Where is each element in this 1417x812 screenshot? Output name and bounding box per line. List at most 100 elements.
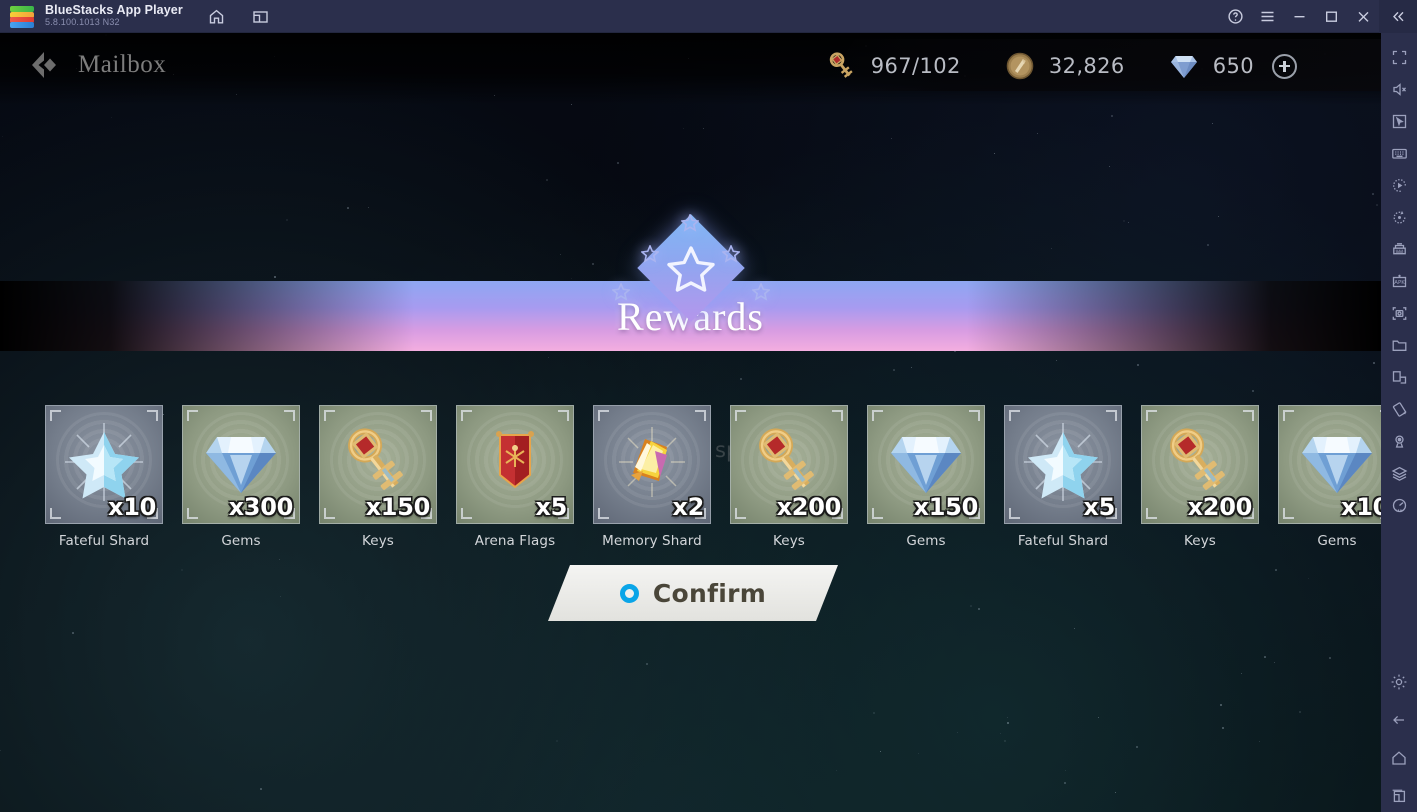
reward-item[interactable]: x150 Gems — [867, 405, 985, 549]
corner-ornament — [1243, 410, 1254, 421]
reward-name: Gems — [906, 533, 946, 549]
minimize-icon[interactable] — [1283, 0, 1315, 33]
android-back-icon[interactable] — [1381, 704, 1417, 736]
screenshot-icon[interactable] — [1381, 297, 1417, 329]
page-title: Mailbox — [78, 51, 167, 78]
reward-item-card[interactable]: x10 — [1278, 405, 1381, 524]
menu-icon[interactable] — [1251, 0, 1283, 33]
corner-ornament — [1106, 410, 1117, 421]
reward-item-card[interactable]: x10 — [45, 405, 163, 524]
coin-icon — [1003, 49, 1037, 83]
sparkle-star-icon — [641, 245, 659, 263]
install-apk-icon[interactable]: APK — [1381, 265, 1417, 297]
corner-ornament — [461, 508, 472, 519]
reward-item[interactable]: x5 Arena Flags — [456, 405, 574, 549]
reward-item-card[interactable]: x200 — [730, 405, 848, 524]
bluestacks-sidebar: APK — [1381, 33, 1417, 812]
cursor-icon[interactable] — [1381, 105, 1417, 137]
keyboard-icon[interactable] — [1381, 137, 1417, 169]
reward-item[interactable]: x200 Keys — [1141, 405, 1259, 549]
corner-ornament — [558, 410, 569, 421]
corner-ornament — [187, 410, 198, 421]
game-viewport: Mailbox 967/102 32,826 650 sp x10 Fatefu… — [0, 33, 1381, 812]
window-controls — [1219, 0, 1417, 33]
sparkle-star-icon — [612, 283, 630, 301]
reward-item[interactable]: x10 Gems — [1278, 405, 1381, 549]
gem-icon — [200, 421, 282, 503]
home-icon[interactable] — [207, 6, 227, 26]
corner-ornament — [872, 410, 883, 421]
reward-quantity: x300 — [228, 493, 294, 521]
reward-quantity: x10 — [1341, 493, 1381, 521]
corner-ornament — [872, 508, 883, 519]
coins-value: 32,826 — [1048, 54, 1125, 78]
reward-item-card[interactable]: x200 — [1141, 405, 1259, 524]
macro-record-icon[interactable] — [1381, 169, 1417, 201]
corner-ornament — [1283, 410, 1294, 421]
mute-icon[interactable] — [1381, 73, 1417, 105]
reward-name: Gems — [1317, 533, 1357, 549]
memory-shard-icon — [611, 421, 693, 503]
corner-ornament — [1009, 410, 1020, 421]
reward-quantity: x5 — [1083, 493, 1115, 521]
rotate-icon[interactable] — [1381, 201, 1417, 233]
reward-item-card[interactable]: x5 — [456, 405, 574, 524]
add-gems-button[interactable] — [1272, 53, 1297, 79]
gem-icon — [1296, 421, 1378, 503]
fullscreen-icon[interactable] — [1381, 41, 1417, 73]
close-icon[interactable] — [1347, 0, 1379, 33]
reward-item-card[interactable]: x150 — [319, 405, 437, 524]
reward-name: Gems — [221, 533, 261, 549]
key-icon — [748, 421, 830, 503]
reward-item[interactable]: x5 Fateful Shard — [1004, 405, 1122, 549]
app-identity: BlueStacks App Player 5.8.100.1013 N32 — [45, 4, 183, 28]
reward-item-card[interactable]: x150 — [867, 405, 985, 524]
corner-ornament — [147, 410, 158, 421]
maximize-icon[interactable] — [1315, 0, 1347, 33]
reward-item[interactable]: x200 Keys — [730, 405, 848, 549]
gems-currency[interactable]: 650 — [1167, 49, 1297, 83]
reward-item-card[interactable]: x5 — [1004, 405, 1122, 524]
android-recents-icon[interactable] — [1381, 780, 1417, 812]
corner-ornament — [1009, 508, 1020, 519]
keys-value: 967/102 — [870, 54, 961, 78]
emblem-star-icon — [667, 246, 715, 292]
rewards-list: x10 Fateful Shard x300 Gems x150 Keys x5… — [45, 405, 1381, 549]
game-header: Mailbox 967/102 32,826 650 — [0, 33, 1381, 105]
location-icon[interactable] — [1381, 425, 1417, 457]
corner-ornament — [735, 508, 746, 519]
confirm-button[interactable]: Confirm — [548, 565, 838, 621]
speedometer-icon[interactable] — [1381, 489, 1417, 521]
reward-name: Keys — [1184, 533, 1216, 549]
android-home-icon[interactable] — [1381, 742, 1417, 774]
corner-ornament — [695, 410, 706, 421]
settings-gear-icon[interactable] — [1381, 666, 1417, 698]
layers-icon[interactable] — [1381, 457, 1417, 489]
collapse-sidebar-icon[interactable] — [1379, 0, 1417, 33]
corner-ornament — [1146, 508, 1157, 519]
currency-bar: 967/102 32,826 650 — [825, 49, 1297, 83]
reward-item[interactable]: x300 Gems — [182, 405, 300, 549]
key-icon — [337, 421, 419, 503]
multi-instance-icon[interactable] — [1381, 233, 1417, 265]
reward-quantity: x150 — [913, 493, 979, 521]
app-title: BlueStacks App Player — [45, 3, 183, 18]
reward-item[interactable]: x150 Keys — [319, 405, 437, 549]
tilt-icon[interactable] — [1381, 393, 1417, 425]
fateful-shard-icon — [1022, 421, 1104, 503]
keys-currency[interactable]: 967/102 — [825, 49, 961, 83]
reward-item[interactable]: x10 Fateful Shard — [45, 405, 163, 549]
media-folder-icon[interactable] — [1381, 329, 1417, 361]
reward-item-card[interactable]: x2 — [593, 405, 711, 524]
help-icon[interactable] — [1219, 0, 1251, 33]
title-bar: BlueStacks App Player 5.8.100.1013 N32 — [0, 0, 1417, 33]
reward-item[interactable]: x2 Memory Shard — [593, 405, 711, 549]
reward-item-card[interactable]: x300 — [182, 405, 300, 524]
app-window-icon[interactable] — [1381, 361, 1417, 393]
multi-instance-icon[interactable] — [251, 6, 271, 26]
reward-name: Arena Flags — [474, 533, 556, 549]
reward-name: Memory Shard — [602, 533, 702, 549]
back-button[interactable]: Mailbox — [30, 50, 166, 80]
coins-currency[interactable]: 32,826 — [1003, 49, 1125, 83]
corner-ornament — [421, 410, 432, 421]
